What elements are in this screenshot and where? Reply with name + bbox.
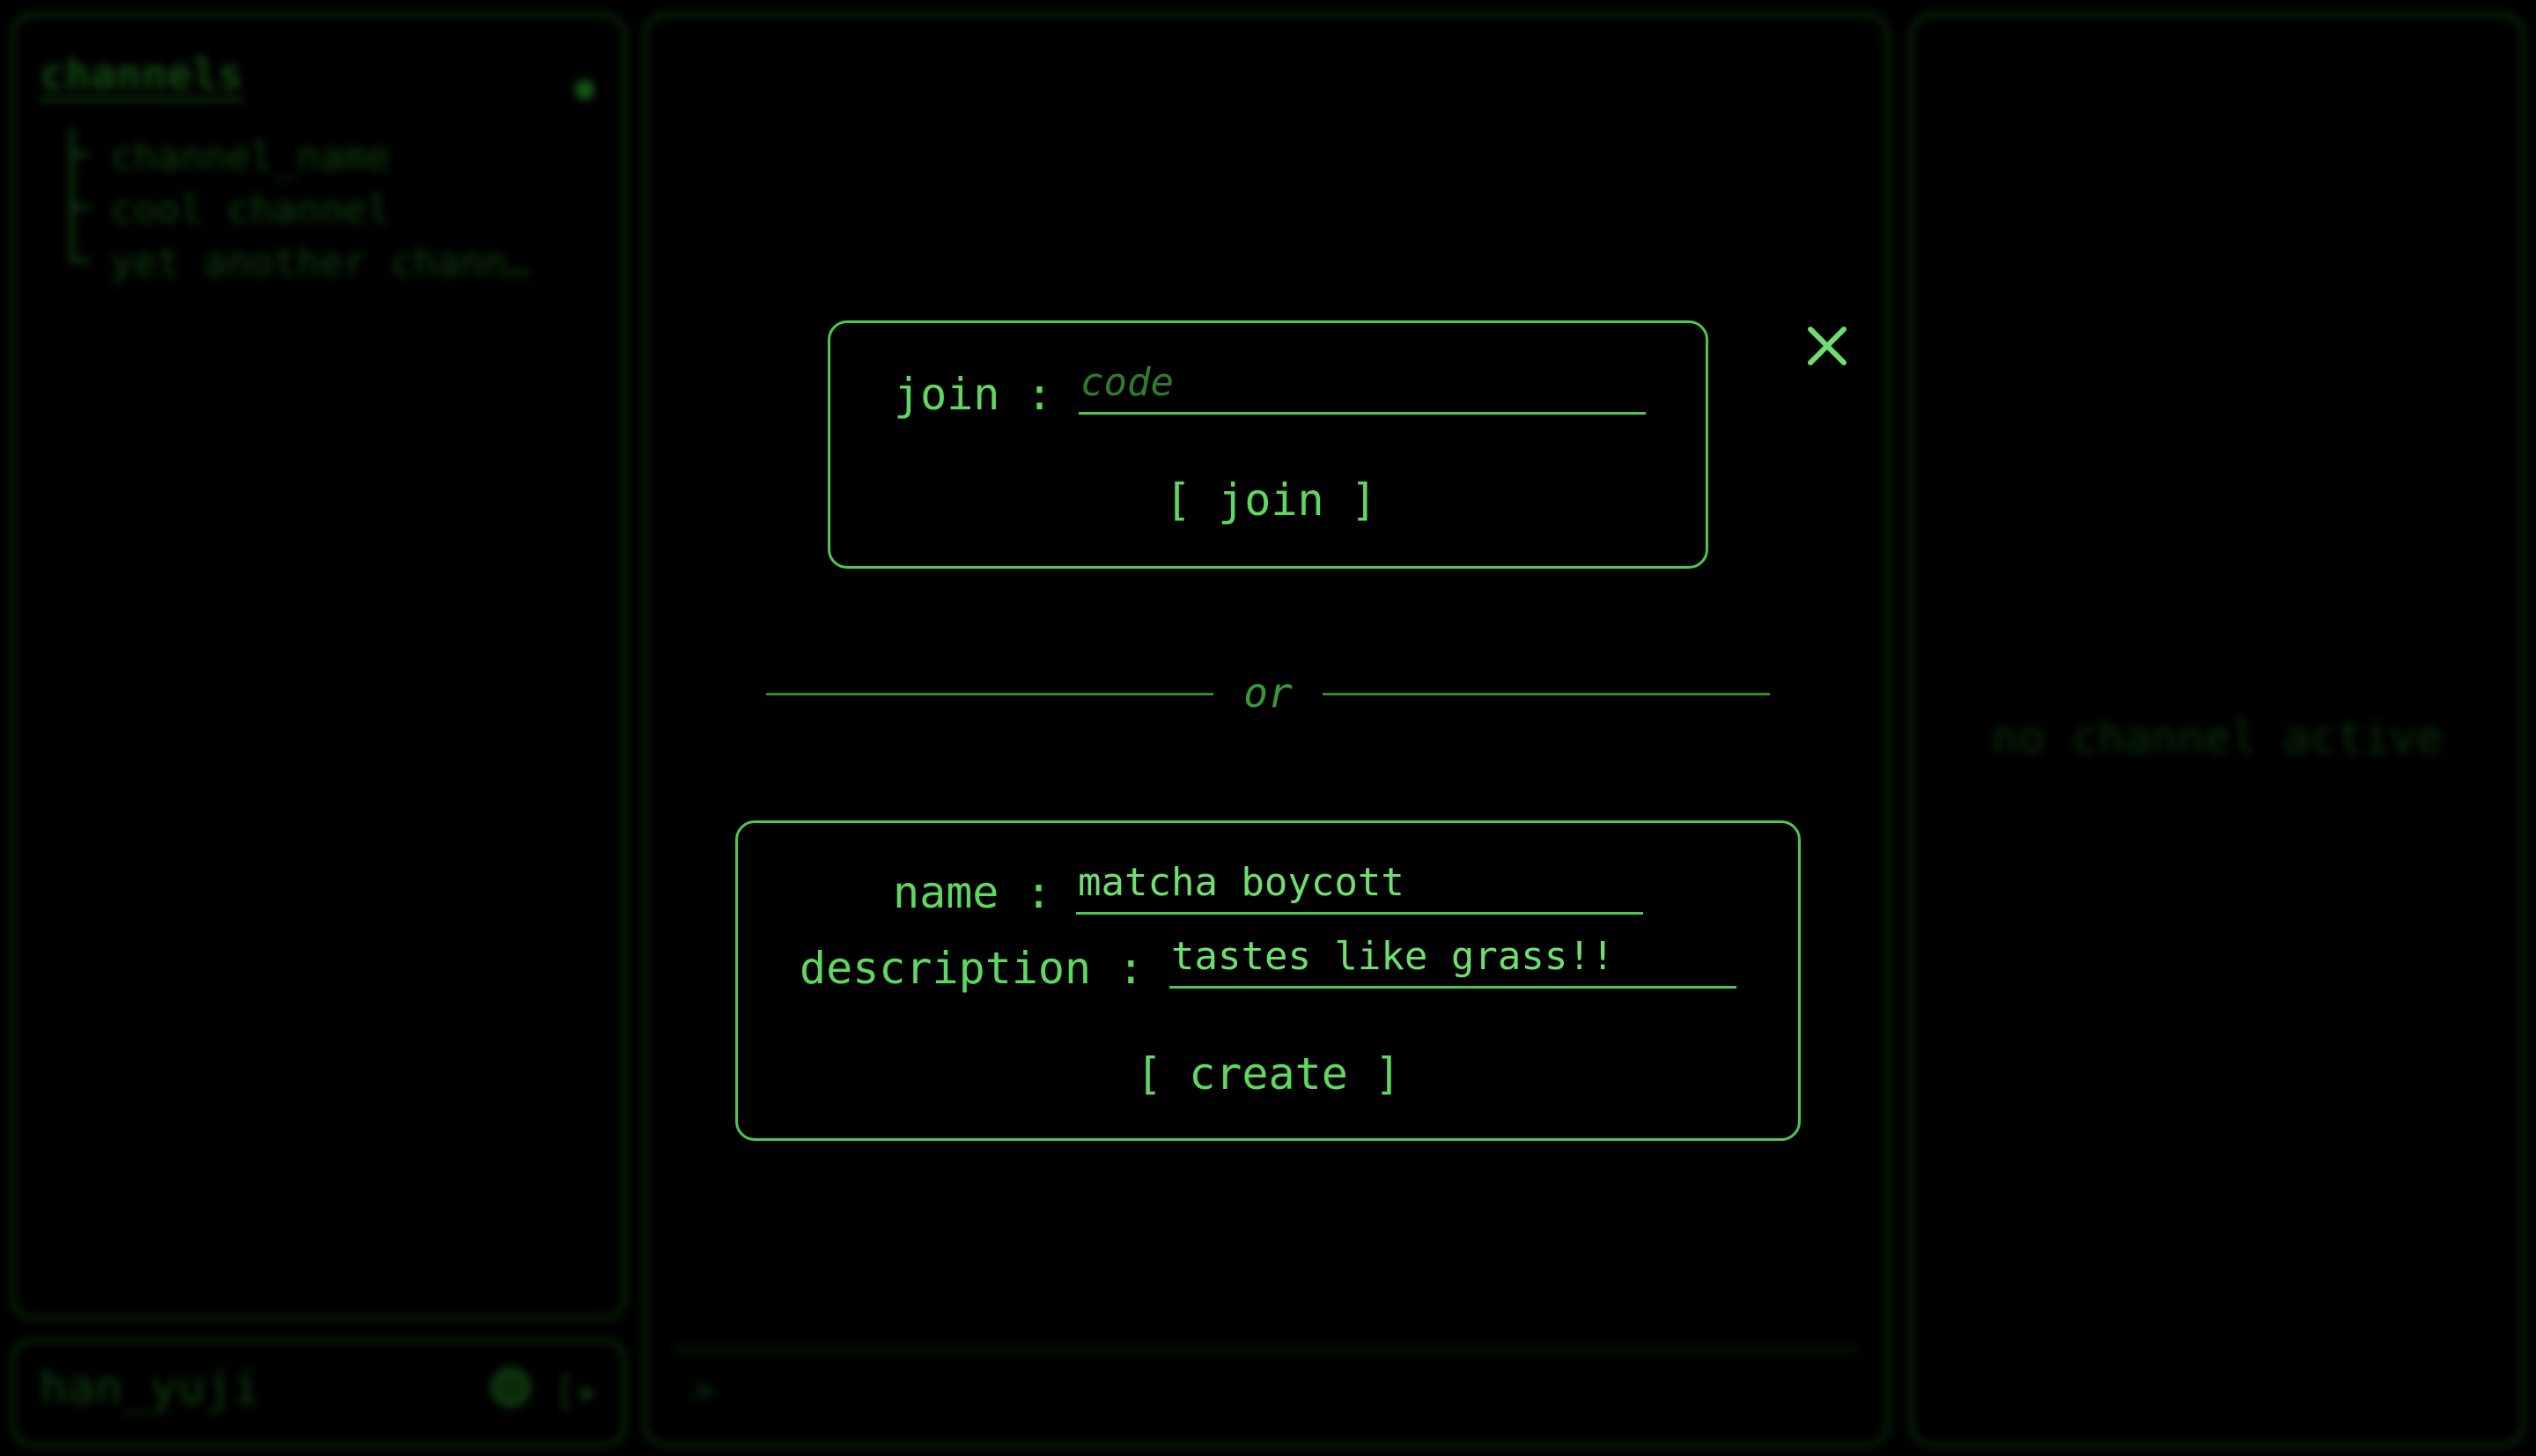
description-label: description :	[800, 943, 1145, 994]
join-button[interactable]: [ join ]	[1165, 474, 1377, 526]
separator-text: or	[1243, 669, 1293, 717]
separator-line-left	[766, 693, 1213, 695]
join-code-input[interactable]	[1079, 358, 1646, 415]
channel-description-input[interactable]	[1169, 932, 1736, 989]
close-icon[interactable]	[1805, 324, 1849, 368]
channel-name-input[interactable]	[1076, 858, 1643, 915]
create-form: name : description : [ create ]	[735, 820, 1801, 1141]
join-form: join : [ join ]	[828, 320, 1708, 569]
join-label: join :	[894, 369, 1053, 420]
name-label: name :	[893, 867, 1052, 918]
join-create-modal: join : [ join ] or name : description : …	[0, 0, 2536, 1456]
separator-line-right	[1323, 693, 1770, 695]
create-button[interactable]: [ create ]	[1136, 1048, 1401, 1099]
app: channels channel_name cool channel yet a…	[0, 0, 2536, 1456]
